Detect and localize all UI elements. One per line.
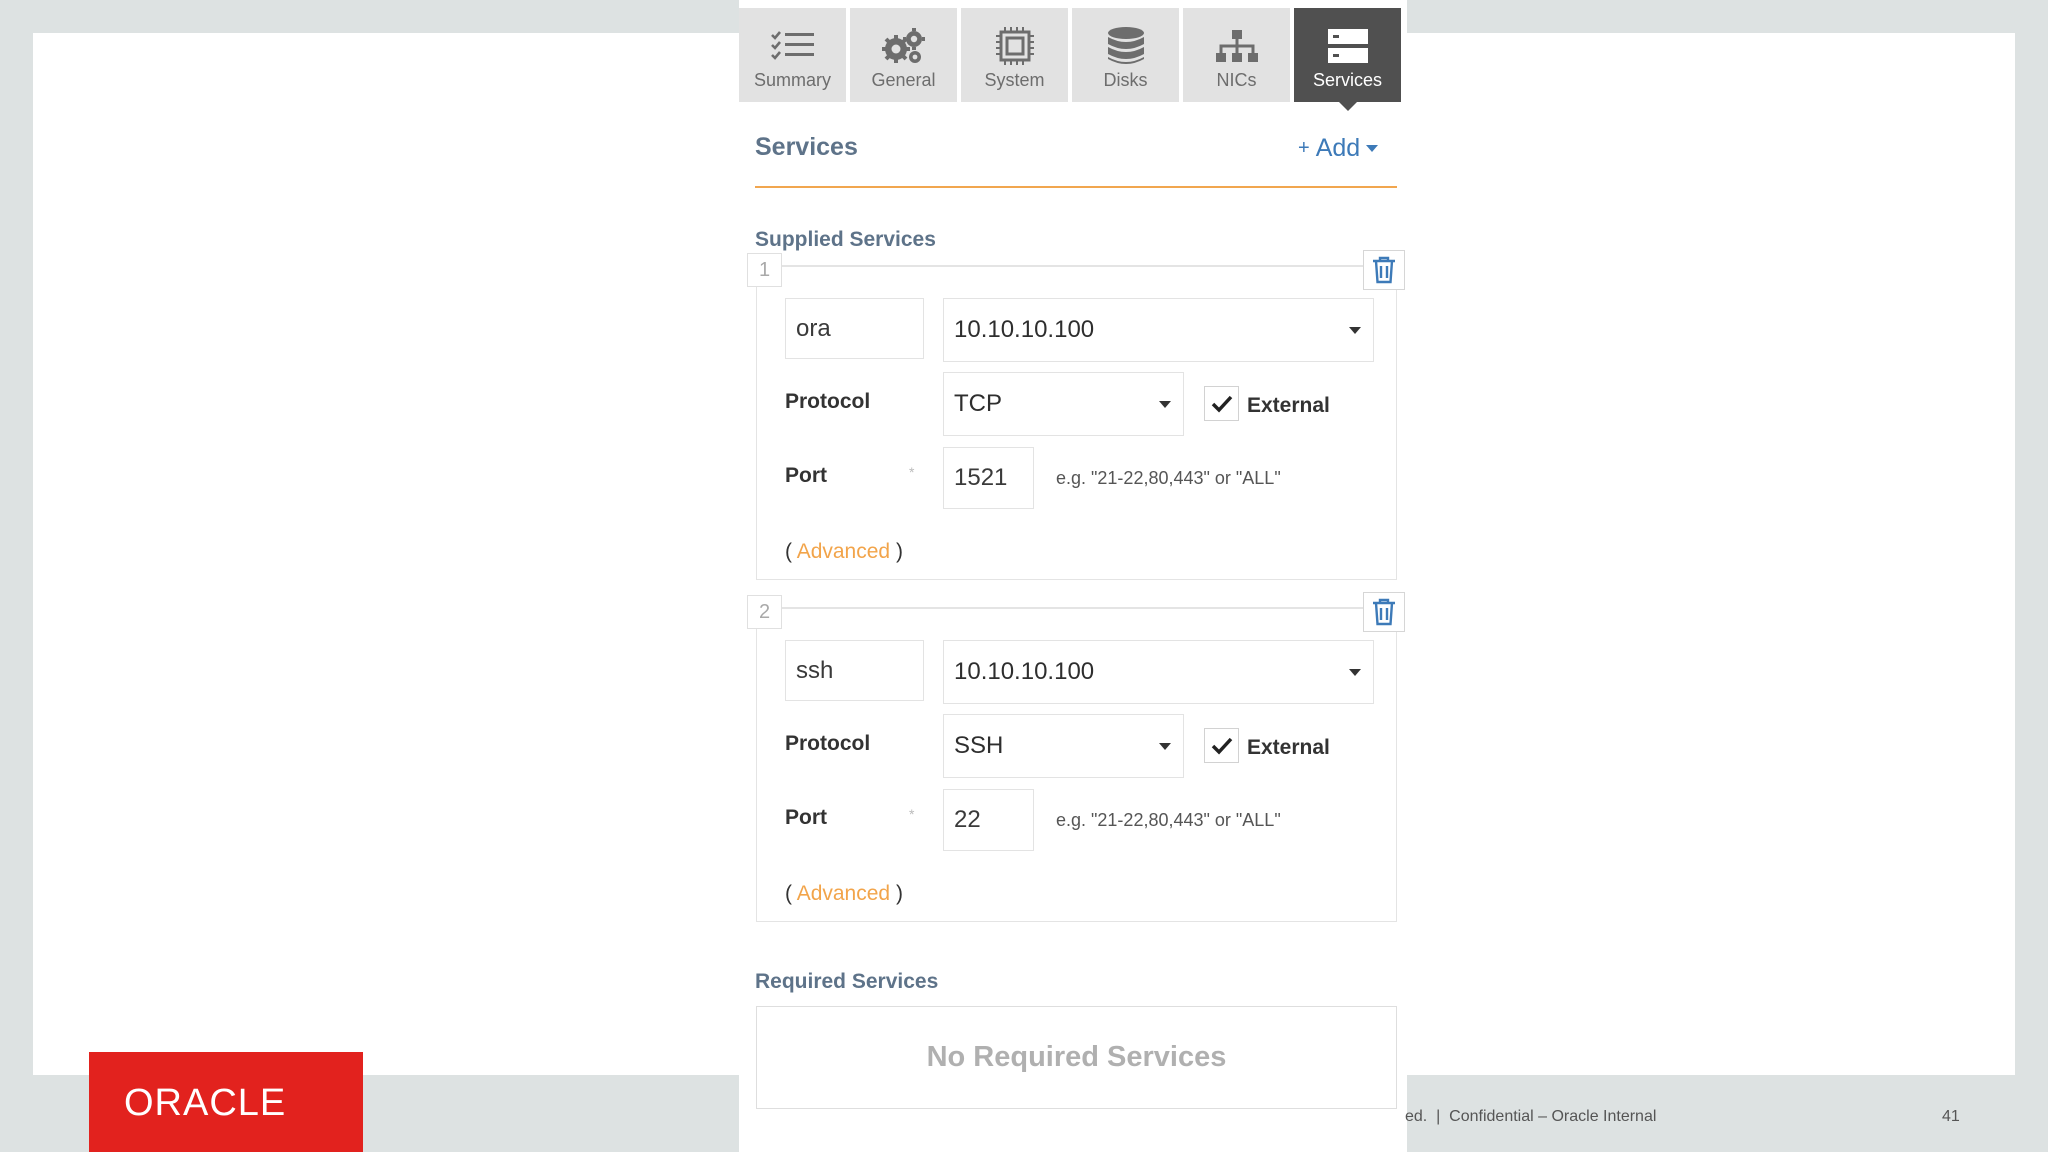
chevron-down-icon [1159, 743, 1171, 750]
delete-service-button[interactable] [1363, 592, 1405, 632]
checkmark-icon [1211, 395, 1232, 413]
port-label: Port [785, 806, 827, 829]
required-services-heading: Required Services [755, 970, 939, 993]
network-icon [1214, 26, 1260, 66]
supplied-services-heading: Supplied Services [755, 228, 936, 251]
tab-nics[interactable]: NICs [1183, 8, 1290, 102]
service-index-badge: 2 [747, 595, 782, 629]
service-index-badge: 1 [747, 253, 782, 287]
chevron-down-icon [1366, 145, 1379, 152]
chevron-down-icon [1349, 669, 1361, 676]
tab-label: System [984, 70, 1045, 90]
server-icon [1326, 26, 1370, 66]
required-marker: * [909, 464, 915, 480]
port-hint: e.g. "21-22,80,443" or "ALL" [1056, 810, 1281, 830]
tab-label: Services [1312, 70, 1383, 90]
tab-general[interactable]: General [850, 8, 957, 102]
protocol-value: SSH [954, 732, 1004, 759]
tab-system[interactable]: System [961, 8, 1068, 102]
advanced-toggle: ( Advanced ) [785, 540, 903, 564]
tab-services[interactable]: Services [1294, 8, 1401, 111]
required-services-empty-state: No Required Services [756, 1006, 1397, 1109]
address-select[interactable]: 10.10.10.100 [943, 298, 1374, 362]
advanced-close-paren: ) [895, 540, 903, 563]
advanced-open-paren: ( [785, 540, 792, 563]
service-name-input[interactable]: ora [785, 298, 924, 359]
external-checkbox[interactable] [1204, 728, 1239, 763]
trash-icon [1373, 256, 1395, 284]
address-value: 10.10.10.100 [954, 316, 1095, 343]
tab-bar: Summary General System Disks NICs Servic… [739, 8, 1401, 111]
trash-icon [1373, 598, 1395, 626]
title-divider [755, 186, 1397, 188]
page-title: Services [755, 133, 858, 161]
chip-icon [994, 26, 1036, 66]
tab-summary[interactable]: Summary [739, 8, 846, 102]
address-select[interactable]: 10.10.10.100 [943, 640, 1374, 704]
checkmark-icon [1211, 737, 1232, 755]
footer-confidential-text: ed. | Confidential – Oracle Internal [1405, 1108, 1657, 1125]
external-label: External [1247, 736, 1330, 759]
tab-label: General [871, 70, 936, 90]
port-input[interactable]: 1521 [943, 447, 1034, 509]
add-button[interactable]: + Add [1298, 134, 1379, 163]
logo-text: ORACLE [124, 1082, 286, 1122]
service-name-input[interactable]: ssh [785, 640, 924, 701]
chevron-down-icon [1159, 401, 1171, 408]
external-label: External [1247, 394, 1330, 417]
page-number: 41 [1942, 1108, 1960, 1125]
gears-icon [881, 26, 927, 66]
database-icon [1106, 26, 1146, 66]
address-value: 10.10.10.100 [954, 658, 1095, 685]
protocol-select[interactable]: SSH [943, 714, 1184, 778]
chevron-down-icon [1349, 327, 1361, 334]
advanced-link[interactable]: Advanced [797, 882, 890, 905]
external-checkbox[interactable] [1204, 386, 1239, 421]
protocol-label: Protocol [785, 732, 871, 755]
tab-label: Disks [1103, 70, 1148, 90]
required-marker: * [909, 806, 915, 822]
tab-disks[interactable]: Disks [1072, 8, 1179, 102]
port-input[interactable]: 22 [943, 789, 1034, 851]
add-label: Add [1315, 134, 1361, 162]
protocol-label: Protocol [785, 390, 871, 413]
oracle-logo: ORACLE [89, 1052, 363, 1152]
plus-icon: + [1298, 137, 1310, 159]
advanced-close-paren: ) [895, 882, 903, 905]
protocol-value: TCP [954, 390, 1002, 417]
port-hint: e.g. "21-22,80,443" or "ALL" [1056, 468, 1281, 488]
advanced-open-paren: ( [785, 882, 792, 905]
list-check-icon [770, 26, 816, 66]
advanced-toggle: ( Advanced ) [785, 882, 903, 906]
tab-label: Summary [753, 70, 831, 90]
protocol-select[interactable]: TCP [943, 372, 1184, 436]
delete-service-button[interactable] [1363, 250, 1405, 290]
advanced-link[interactable]: Advanced [797, 540, 890, 563]
tab-label: NICs [1216, 70, 1257, 90]
port-label: Port [785, 464, 827, 487]
